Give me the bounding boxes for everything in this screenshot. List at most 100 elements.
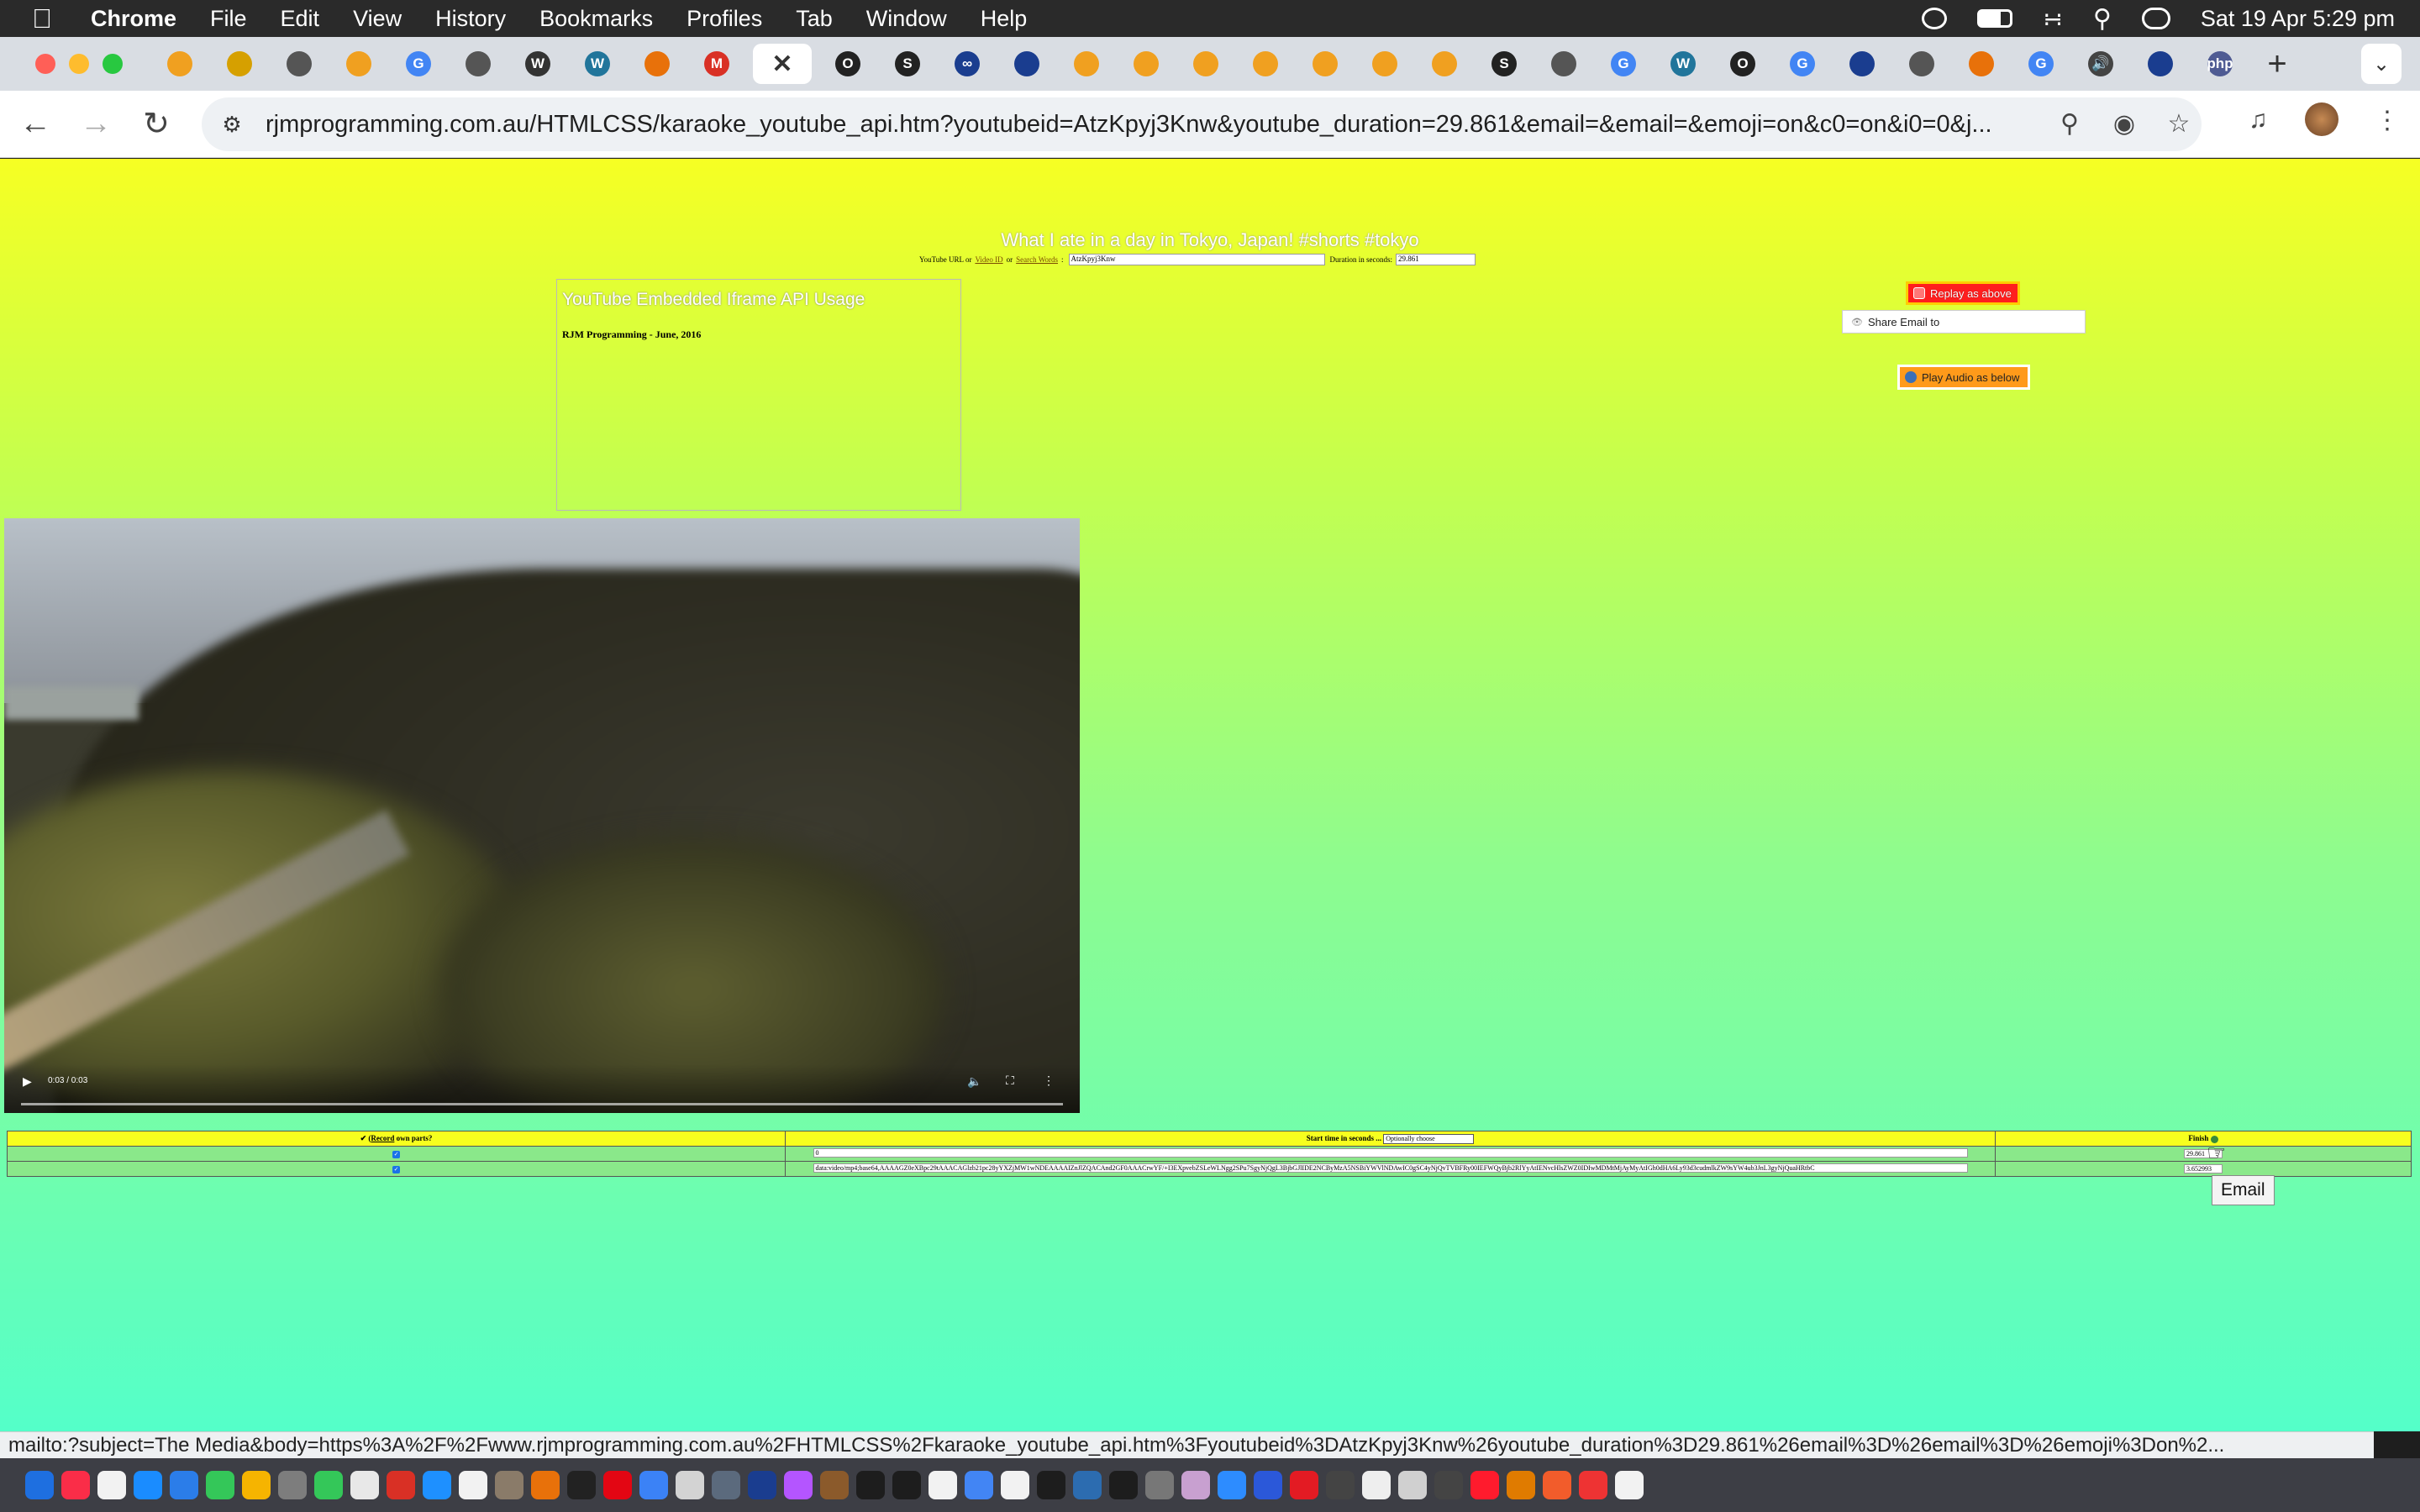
menu-history[interactable]: History — [435, 6, 506, 32]
dock-app-icon[interactable] — [748, 1471, 776, 1499]
zoom-window-button[interactable] — [103, 54, 123, 74]
battery-icon[interactable] — [1977, 9, 2013, 28]
play-circle-icon[interactable] — [1922, 8, 1948, 29]
dock-app-icon[interactable] — [567, 1471, 596, 1499]
dock-app-icon[interactable] — [1615, 1471, 1644, 1499]
tab-item[interactable] — [2137, 44, 2184, 84]
video-player[interactable]: ▶ 0:03 / 0:03 🔈 ⛶ ⋮ — [4, 518, 1080, 1113]
menu-profiles[interactable]: Profiles — [687, 6, 762, 32]
dock-app-icon[interactable] — [1470, 1471, 1499, 1499]
youtube-id-input[interactable]: AtzKpyj3Knw — [1068, 254, 1325, 265]
menu-tab[interactable]: Tab — [796, 6, 833, 32]
tab-item[interactable]: S — [1481, 44, 1528, 84]
tab-item[interactable]: G — [395, 44, 442, 84]
tab-item[interactable]: M — [693, 44, 740, 84]
bookmark-star-icon[interactable]: ☆ — [2164, 109, 2194, 139]
dock-app-icon[interactable] — [206, 1471, 234, 1499]
search-words-link[interactable]: Search Words — [1016, 255, 1058, 264]
dock-app-icon[interactable] — [929, 1471, 957, 1499]
new-tab-button[interactable]: + — [2256, 43, 2298, 85]
dock-app-icon[interactable] — [423, 1471, 451, 1499]
row-checkbox[interactable]: ✓ — [392, 1166, 400, 1173]
tab-item[interactable]: G — [1779, 44, 1826, 84]
dock-app-icon[interactable] — [784, 1471, 813, 1499]
tab-item[interactable] — [1302, 44, 1349, 84]
tab-item[interactable]: W — [574, 44, 621, 84]
chrome-menu-icon[interactable]: ⋮ — [2375, 106, 2400, 135]
dock-app-icon[interactable] — [1326, 1471, 1355, 1499]
tab-search-chevron-icon[interactable]: ⌄ — [2361, 44, 2402, 84]
tab-item[interactable]: G — [1600, 44, 1647, 84]
menu-edit[interactable]: Edit — [281, 6, 320, 32]
share-email-button[interactable]: 👁 Share Email to — [1842, 310, 2086, 333]
dock-app-icon[interactable] — [97, 1471, 126, 1499]
dock-app-icon[interactable] — [1579, 1471, 1607, 1499]
tab-item[interactable] — [276, 44, 323, 84]
dock-app-icon[interactable] — [820, 1471, 849, 1499]
dock-app-icon[interactable] — [1001, 1471, 1029, 1499]
tab-item[interactable] — [1361, 44, 1408, 84]
tab-item[interactable] — [1839, 44, 1886, 84]
tab-item[interactable] — [1540, 44, 1587, 84]
tab-item[interactable] — [1182, 44, 1229, 84]
menu-bookmarks[interactable]: Bookmarks — [539, 6, 653, 32]
dock-app-icon[interactable] — [1254, 1471, 1282, 1499]
tab-item[interactable]: W — [514, 44, 561, 84]
dock-app-icon[interactable] — [1290, 1471, 1318, 1499]
dock-app-icon[interactable] — [1543, 1471, 1571, 1499]
tab-item[interactable]: S — [884, 44, 931, 84]
replay-button[interactable]: Replay as above — [1906, 281, 2020, 305]
video-progress-bar[interactable] — [21, 1103, 1063, 1105]
tab-item[interactable] — [1063, 44, 1110, 84]
row-checkbox[interactable]: ✓ — [392, 1151, 400, 1158]
dock-app-icon[interactable] — [603, 1471, 632, 1499]
back-button[interactable]: ← — [10, 99, 60, 150]
dock-app-icon[interactable] — [1218, 1471, 1246, 1499]
dock-app-icon[interactable] — [242, 1471, 271, 1499]
dock-app-icon[interactable] — [350, 1471, 379, 1499]
dock-app-icon[interactable] — [1145, 1471, 1174, 1499]
dock-app-icon[interactable] — [1037, 1471, 1065, 1499]
spotlight-search-icon[interactable]: ⚲ — [2093, 4, 2112, 34]
tab-item[interactable]: G — [2018, 44, 2065, 84]
menu-view[interactable]: View — [353, 6, 402, 32]
tab-item[interactable]: 🔊 — [2077, 44, 2124, 84]
start-time-input[interactable]: data:video/mp4;base64,AAAAGZ0eXBpc29tAAA… — [813, 1163, 1968, 1173]
site-settings-icon[interactable]: ⚙ — [213, 106, 250, 143]
record-link[interactable]: Record — [371, 1134, 394, 1142]
menu-help[interactable]: Help — [981, 6, 1028, 32]
dock-app-icon[interactable] — [459, 1471, 487, 1499]
profile-avatar[interactable] — [2305, 102, 2338, 136]
apple-menu-icon[interactable]:  — [32, 3, 66, 34]
tab-item[interactable] — [1898, 44, 1945, 84]
address-bar[interactable]: ⚙ rjmprogramming.com.au/HTMLCSS/karaoke_… — [202, 97, 2202, 151]
dock-app-icon[interactable] — [25, 1471, 54, 1499]
dock-app-icon[interactable] — [965, 1471, 993, 1499]
menu-file[interactable]: File — [210, 6, 247, 32]
control-center-icon[interactable] — [2141, 8, 2170, 29]
dock-app-icon[interactable] — [1109, 1471, 1138, 1499]
dock-app-icon[interactable] — [676, 1471, 704, 1499]
video-volume-icon[interactable]: 🔈 — [967, 1074, 981, 1089]
close-window-button[interactable] — [35, 54, 55, 74]
zoom-magnifier-icon[interactable]: ⚲ — [2054, 109, 2085, 139]
tab-item[interactable] — [1242, 44, 1289, 84]
play-audio-button[interactable]: Play Audio as below — [1897, 365, 2030, 390]
video-fullscreen-icon[interactable]: ⛶ — [1006, 1074, 1014, 1088]
dock-app-icon[interactable] — [712, 1471, 740, 1499]
dock-app-icon[interactable] — [387, 1471, 415, 1499]
dock-app-icon[interactable] — [134, 1471, 162, 1499]
dock-app-icon[interactable] — [1398, 1471, 1427, 1499]
dock-app-icon[interactable] — [531, 1471, 560, 1499]
dock-app-icon[interactable] — [1181, 1471, 1210, 1499]
tab-active[interactable]: ✕ — [753, 44, 812, 84]
tab-item[interactable] — [1003, 44, 1050, 84]
dock-app-icon[interactable] — [1362, 1471, 1391, 1499]
minimize-window-button[interactable] — [69, 54, 89, 74]
dock-app-icon[interactable] — [495, 1471, 523, 1499]
dock-app-icon[interactable] — [892, 1471, 921, 1499]
optionally-choose-select[interactable]: Optionally choose — [1383, 1133, 1475, 1144]
menu-app-name[interactable]: Chrome — [91, 6, 176, 32]
tab-item[interactable]: php — [2196, 44, 2244, 84]
duration-input[interactable]: 29.861 — [1396, 254, 1476, 265]
